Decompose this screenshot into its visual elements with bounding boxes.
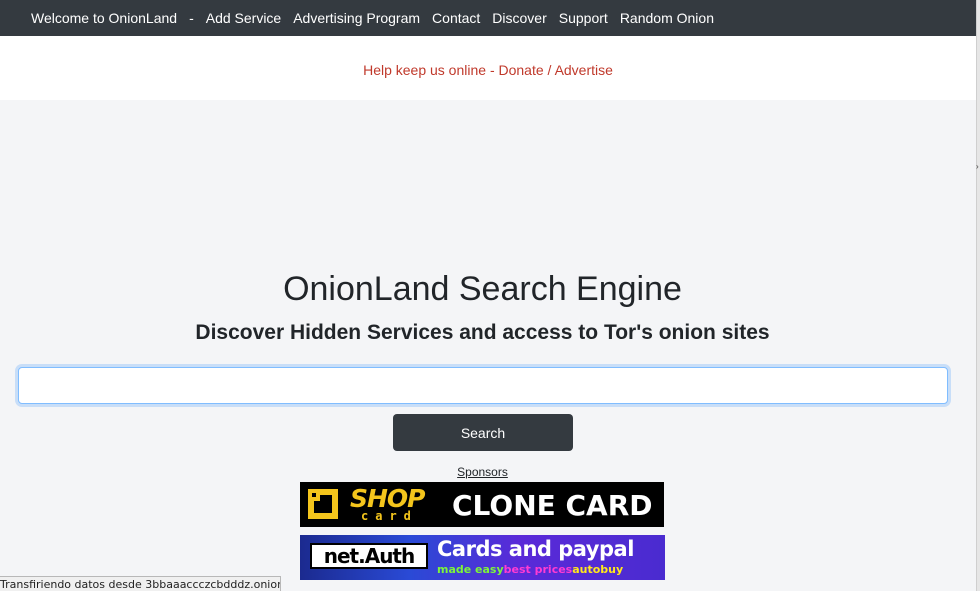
nav-link-advertising-program[interactable]: Advertising Program	[293, 10, 420, 26]
browser-status-bar: Transfiriendo datos desde 3bbaaaccczcbdd…	[0, 576, 281, 591]
nav-link-support[interactable]: Support	[559, 10, 608, 26]
top-navbar: Welcome to OnionLand - Add Service Adver…	[0, 0, 976, 36]
donate-link[interactable]: Donate	[499, 62, 544, 78]
window-scrollbar[interactable]: ›	[976, 0, 980, 591]
nav-link-add-service[interactable]: Add Service	[206, 10, 281, 26]
nav-link-discover[interactable]: Discover	[492, 10, 546, 26]
banner2-tagline: made easybest pricesautobuy	[437, 563, 623, 576]
sponsor-banner-clone-card[interactable]: SHOP card CLONE CARD	[300, 482, 664, 527]
nav-link-random-onion[interactable]: Random Onion	[620, 10, 714, 26]
banner2-tag-made-easy: made easy	[437, 563, 504, 576]
shopcard-logo-icon	[308, 489, 338, 519]
donate-slash: /	[543, 62, 555, 78]
banner2-brand: net.Auth	[310, 543, 428, 569]
search-button[interactable]: Search	[393, 414, 573, 451]
banner1-headline: CLONE CARD	[452, 489, 653, 522]
donate-banner: Help keep us online - Donate / Advertise	[0, 36, 976, 100]
page-subtitle: Discover Hidden Services and access to T…	[195, 321, 770, 344]
search-input[interactable]	[18, 367, 948, 404]
page-title: OnionLand Search Engine	[283, 270, 682, 308]
banner2-tag-autobuy: autobuy	[572, 563, 624, 576]
nav-link-contact[interactable]: Contact	[432, 10, 480, 26]
banner2-tag-best-prices: best prices	[503, 563, 573, 576]
donate-prefix-text: Help keep us online -	[363, 62, 499, 78]
scroll-arrow-icon[interactable]: ›	[976, 162, 980, 172]
navbar-separator: -	[189, 10, 194, 26]
sponsor-banner-netauth[interactable]: net.Auth Cards and paypal made easybest …	[300, 535, 665, 580]
navbar-brand[interactable]: Welcome to OnionLand	[31, 10, 177, 26]
advertise-link[interactable]: Advertise	[555, 62, 613, 78]
banner2-headline: Cards and paypal	[437, 537, 634, 561]
sponsors-label[interactable]: Sponsors	[0, 465, 965, 479]
banner1-card-text: card	[361, 509, 418, 523]
